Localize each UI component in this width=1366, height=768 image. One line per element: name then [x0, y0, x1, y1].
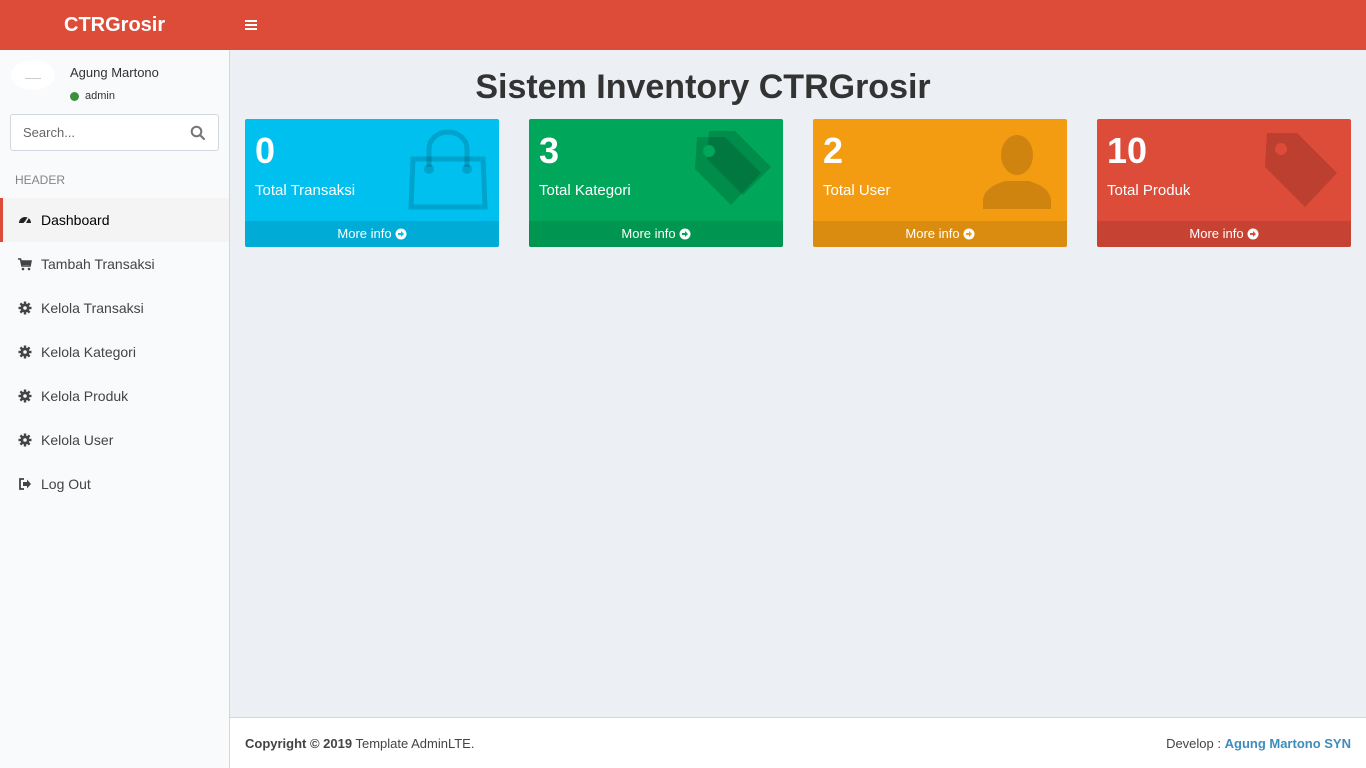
sidebar-item-label: Kelola Kategori — [41, 344, 136, 360]
dashboard-icon — [18, 213, 32, 227]
sidebar-menu: Dashboard Tambah Transaksi Kelola Transa… — [0, 198, 229, 506]
arrow-circle-right-icon — [395, 228, 407, 240]
more-info-link[interactable]: More info — [1097, 221, 1351, 247]
menu-section-header: HEADER — [15, 173, 66, 187]
develop-label: Develop : — [1166, 736, 1225, 751]
search-input[interactable] — [11, 115, 181, 150]
app-logo[interactable]: CTRGrosir — [0, 0, 230, 50]
arrow-circle-right-icon — [679, 228, 691, 240]
sidebar-toggle-button[interactable] — [236, 0, 266, 50]
more-info-link[interactable]: More info — [245, 221, 499, 247]
sidebar-item-dashboard[interactable]: Dashboard — [0, 198, 229, 242]
sidebar-search — [10, 114, 219, 151]
sidebar-item-label: Kelola Produk — [41, 388, 129, 404]
search-icon — [190, 125, 206, 141]
sidebar-item-kelola-produk[interactable]: Kelola Produk — [0, 374, 229, 418]
online-status-icon — [70, 91, 79, 101]
sidebar-item-label: Log Out — [41, 476, 91, 492]
copyright-text: Template AdminLTE. — [352, 736, 475, 751]
user-panel: Agung Martono admin — [0, 50, 229, 106]
hamburger-icon — [245, 20, 257, 30]
page-title: Sistem Inventory CTRGrosir — [475, 68, 931, 106]
stat-label: Total Transaksi — [255, 182, 356, 199]
sidebar-item-label: Tambah Transaksi — [41, 256, 155, 272]
stat-label: Total Kategori — [539, 182, 631, 199]
stat-value: 3 — [539, 130, 560, 171]
user-status: admin — [70, 90, 115, 102]
sidebar-item-kelola-transaksi[interactable]: Kelola Transaksi — [0, 286, 229, 330]
sidebar-item-label: Dashboard — [41, 212, 110, 228]
sidebar-item-label: Kelola User — [41, 432, 114, 448]
cart-icon — [18, 257, 32, 271]
sidebar-item-kelola-kategori[interactable]: Kelola Kategori — [0, 330, 229, 374]
copyright-bold: Copyright © 2019 — [245, 736, 353, 751]
stat-box-user: 2 Total User More info — [813, 119, 1067, 247]
sidebar-item-log-out[interactable]: Log Out — [0, 462, 229, 506]
sidebar-item-label: Kelola Transaksi — [41, 300, 144, 316]
stat-value: 2 — [823, 130, 844, 171]
developer-credit: Develop : Agung Martono SYN — [1166, 736, 1351, 751]
sign-out-icon — [18, 477, 32, 491]
sidebar-item-tambah-transaksi[interactable]: Tambah Transaksi — [0, 242, 229, 286]
stat-value: 0 — [255, 130, 276, 171]
gear-icon — [18, 433, 32, 447]
page-footer: Copyright © 2019 Template AdminLTE. Deve… — [230, 717, 1366, 768]
sidebar: Agung Martono admin HEADER Dashboard Tam — [0, 50, 230, 768]
stat-box-transaksi: 0 Total Transaksi More info — [245, 119, 499, 247]
copyright: Copyright © 2019 Template AdminLTE. — [245, 736, 474, 751]
gear-icon — [18, 389, 32, 403]
top-navbar: CTRGrosir — [0, 0, 1366, 50]
stat-label: Total Produk — [1107, 182, 1191, 199]
developer-link[interactable]: Agung Martono SYN — [1225, 736, 1351, 751]
more-info-link[interactable]: More info — [529, 221, 783, 247]
gear-icon — [18, 301, 32, 315]
arrow-circle-right-icon — [963, 228, 975, 240]
search-button[interactable] — [190, 125, 206, 141]
arrow-circle-right-icon — [1247, 228, 1259, 240]
user-name: Agung Martono — [70, 65, 159, 80]
tag-icon — [1265, 133, 1337, 207]
stat-label: Total User — [823, 182, 891, 199]
stat-value: 10 — [1107, 130, 1148, 171]
user-icon — [983, 135, 1051, 209]
stat-box-kategori: 3 Total Kategori More info — [529, 119, 783, 247]
gear-icon — [18, 345, 32, 359]
stat-box-produk: 10 Total Produk More info — [1097, 119, 1351, 247]
sidebar-item-kelola-user[interactable]: Kelola User — [0, 418, 229, 462]
avatar — [11, 60, 55, 90]
more-info-link[interactable]: More info — [813, 221, 1067, 247]
tags-icon — [695, 131, 771, 205]
shopping-bag-icon — [408, 129, 488, 210]
user-role: admin — [85, 90, 115, 102]
